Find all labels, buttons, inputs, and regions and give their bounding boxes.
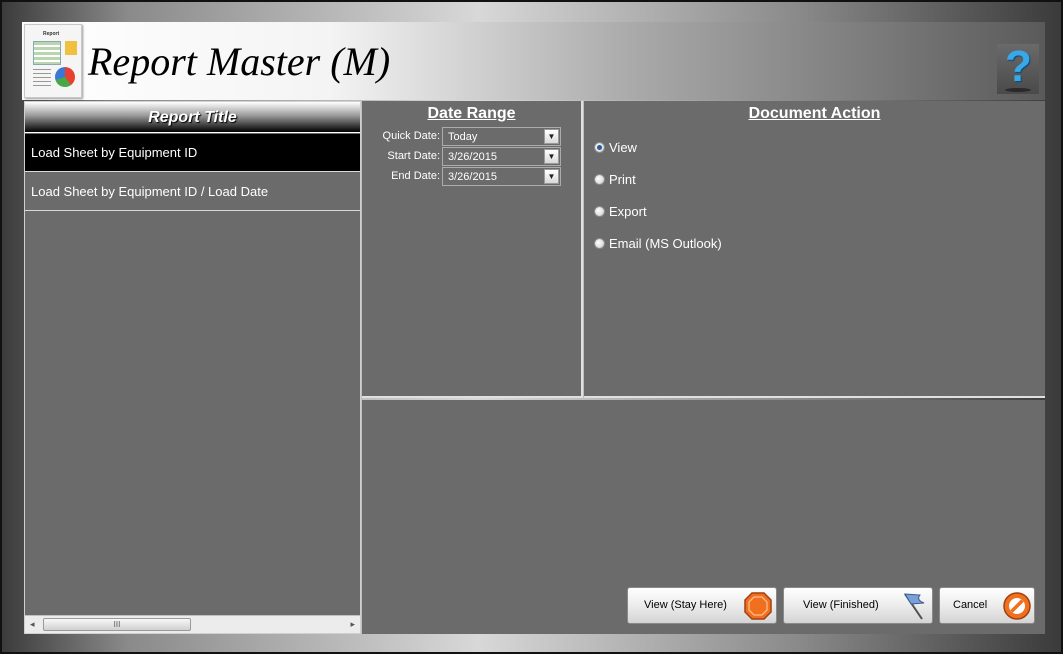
title-bar: Report Report Master (M) ? [22, 22, 1045, 100]
start-date-label: Start Date: [387, 150, 440, 162]
report-icon-lines [33, 69, 51, 89]
view-stay-here-button[interactable]: View (Stay Here) [627, 587, 777, 624]
report-master-window: Report Report Master (M) ? Report Title … [0, 0, 1063, 654]
start-date-value: 3/26/2015 [448, 151, 497, 163]
app-title: Report Master (M) [88, 39, 391, 84]
quick-date-label: Quick Date: [382, 130, 440, 142]
start-date-picker[interactable]: 3/26/2015 ▼ [442, 147, 561, 166]
radio-button-icon[interactable] [594, 206, 605, 217]
chevron-down-icon[interactable]: ▼ [544, 129, 559, 144]
stop-octagon-icon [744, 592, 772, 620]
view-stay-here-label: View (Stay Here) [644, 599, 727, 611]
report-list-panel: Report Title Load Sheet by Equipment ID … [24, 101, 361, 634]
report-icon-sidebar [65, 41, 77, 55]
end-date-row: End Date: 3/26/2015 ▼ [362, 167, 583, 187]
radio-button-icon[interactable] [594, 238, 605, 249]
report-list-header: Report Title [25, 102, 360, 133]
chevron-down-icon[interactable]: ▼ [544, 169, 559, 184]
question-mark-icon: ? [1005, 42, 1032, 91]
quick-date-row: Quick Date: Today ▼ [362, 127, 583, 147]
end-date-label: End Date: [391, 170, 440, 182]
cancel-button[interactable]: Cancel [939, 587, 1035, 624]
radio-button-icon[interactable] [594, 142, 605, 153]
radio-label: View [609, 140, 637, 155]
report-list-item[interactable]: Load Sheet by Equipment ID / Load Date [25, 173, 360, 211]
quick-date-value: Today [448, 131, 478, 143]
view-finished-button[interactable]: View (Finished) [783, 587, 933, 624]
radio-label: Export [609, 204, 647, 219]
cancel-label: Cancel [953, 599, 988, 611]
radio-label: Email (MS Outlook) [609, 236, 722, 251]
view-finished-label: View (Finished) [803, 599, 879, 611]
scroll-right-icon[interactable]: ▸ [350, 619, 355, 630]
end-date-picker[interactable]: 3/26/2015 ▼ [442, 167, 561, 186]
horizontal-scrollbar[interactable]: ◂ III ▸ [25, 615, 360, 633]
document-action-panel: Document Action View Print Export Email … [584, 101, 1045, 398]
radio-label: Print [609, 172, 636, 187]
date-range-title: Date Range [427, 105, 516, 122]
date-range-panel: Date Range Quick Date: Today ▼ Start Dat… [362, 101, 583, 398]
scroll-left-icon[interactable]: ◂ [30, 619, 35, 630]
report-icon-pie [55, 67, 75, 87]
report-icon-label: Report [43, 31, 60, 37]
cancel-circle-icon [1003, 592, 1031, 620]
quick-date-select[interactable]: Today ▼ [442, 127, 561, 146]
report-icon-table [33, 41, 61, 65]
end-date-value: 3/26/2015 [448, 171, 497, 183]
radio-button-icon[interactable] [594, 174, 605, 185]
report-document-icon: Report [24, 24, 82, 98]
chevron-down-icon[interactable]: ▼ [544, 149, 559, 164]
scrollbar-thumb[interactable]: III [43, 618, 191, 631]
start-date-row: Start Date: 3/26/2015 ▼ [362, 147, 583, 167]
document-action-title: Document Action [748, 105, 881, 122]
flag-icon [904, 593, 925, 620]
report-list-item[interactable]: Load Sheet by Equipment ID [25, 134, 360, 172]
question-mark-shadow [1005, 88, 1031, 92]
help-button[interactable]: ? [997, 42, 1039, 94]
